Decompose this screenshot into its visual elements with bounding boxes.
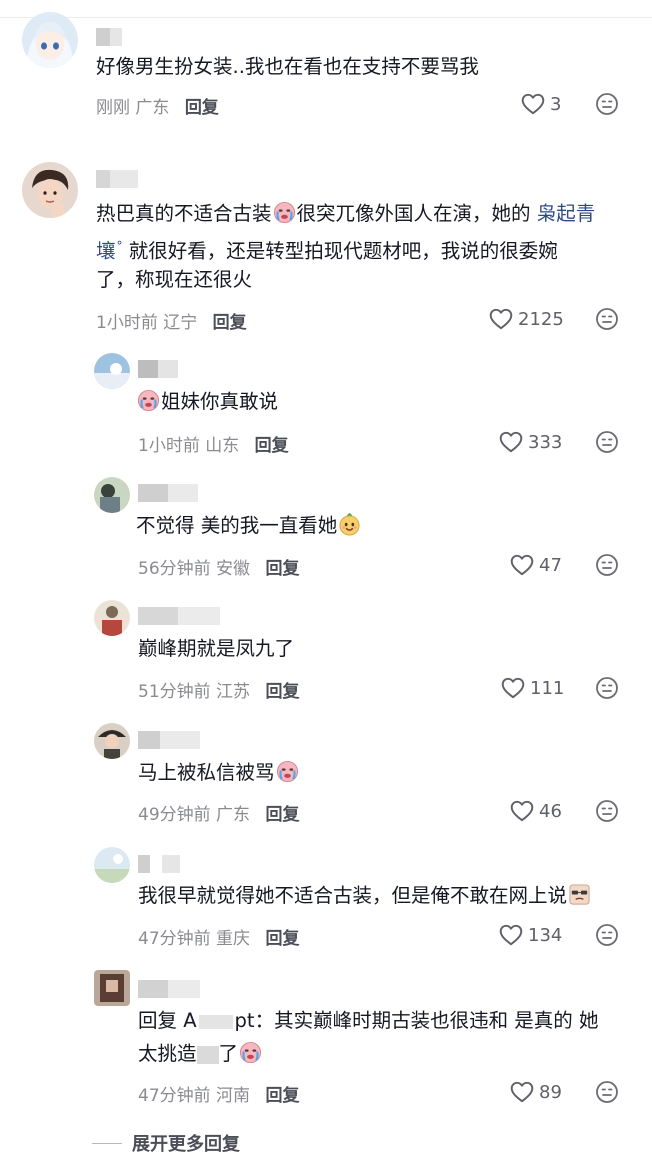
reply-text: 我很早就觉得她不适合古装，但是俺不敢在网上说 xyxy=(138,878,592,914)
blurred-text xyxy=(196,1045,219,1064)
like-count: 111 xyxy=(530,677,565,699)
smile-emoji-icon xyxy=(338,513,361,536)
like-button[interactable]: 3 xyxy=(520,91,561,117)
cry-emoji-icon xyxy=(273,201,296,224)
reply-button[interactable]: 回复 xyxy=(265,559,299,579)
heart-icon xyxy=(509,1079,535,1105)
avatar[interactable] xyxy=(94,600,130,636)
heart-icon xyxy=(488,306,514,332)
reply-text-line2: 太挑造了 xyxy=(138,1036,263,1072)
reply-text: 姐妹你真敢说 xyxy=(136,384,278,420)
dislike-icon[interactable] xyxy=(595,307,619,331)
like-count: 134 xyxy=(528,924,563,946)
dislike-icon[interactable] xyxy=(595,676,619,700)
heart-icon xyxy=(509,798,535,824)
reply-button[interactable]: 回复 xyxy=(255,436,289,456)
reply-button[interactable]: 回复 xyxy=(185,98,219,118)
reply-text: 马上被私信被骂 xyxy=(138,755,300,791)
reply-meta: 47分钟前 重庆 回复 xyxy=(138,924,299,949)
reply-meta: 47分钟前 河南 回复 xyxy=(138,1081,299,1106)
reply-button[interactable]: 回复 xyxy=(265,682,299,702)
reply-meta: 51分钟前 江苏 回复 xyxy=(138,677,299,702)
like-count: 47 xyxy=(539,554,562,576)
blurred-text xyxy=(198,1014,233,1029)
reply-time: 47分钟前 xyxy=(138,1086,211,1106)
heart-icon xyxy=(498,429,524,455)
expand-more-replies[interactable]: 展开更多回复 xyxy=(92,1130,240,1156)
dislike-icon[interactable] xyxy=(595,430,619,454)
reply-location: 重庆 xyxy=(216,929,251,949)
reply-location: 江苏 xyxy=(216,682,251,702)
like-button[interactable]: 111 xyxy=(500,675,564,701)
reply-meta: 56分钟前 安徽 回复 xyxy=(138,554,299,579)
like-button[interactable]: 333 xyxy=(498,429,562,455)
heart-icon xyxy=(498,922,524,948)
comment-text: 好像男生扮女装..我也在看也在支持不要骂我 xyxy=(96,55,479,78)
dislike-icon[interactable] xyxy=(595,1080,619,1104)
like-count: 333 xyxy=(528,431,563,453)
like-count: 3 xyxy=(550,93,562,115)
reply-location: 河南 xyxy=(216,1086,251,1106)
reply-text: 巅峰期就是凤九了 xyxy=(138,637,295,660)
like-button[interactable]: 46 xyxy=(509,798,562,824)
topic-link-end[interactable]: 壤 xyxy=(96,240,116,263)
top-divider xyxy=(0,17,652,18)
like-button[interactable]: 47 xyxy=(509,552,562,578)
heart-icon xyxy=(500,675,526,701)
avatar[interactable] xyxy=(94,847,130,883)
like-button[interactable]: 2125 xyxy=(488,306,564,332)
reply-button[interactable]: 回复 xyxy=(265,929,299,949)
dislike-icon[interactable] xyxy=(595,92,619,116)
comment-time: 1小时前 xyxy=(96,313,158,333)
like-button[interactable]: 89 xyxy=(509,1079,562,1105)
comment-text: 热巴真的不适合古装 很突兀像外国人在演，她的 枭起青 xyxy=(96,201,596,225)
reply-location: 广东 xyxy=(216,805,251,825)
dislike-icon[interactable] xyxy=(595,799,619,823)
cry-emoji-icon xyxy=(137,389,160,412)
dislike-icon[interactable] xyxy=(595,923,619,947)
like-count: 46 xyxy=(539,800,562,822)
comment-location: 广东 xyxy=(135,98,170,118)
reply-button[interactable]: 回复 xyxy=(213,313,247,333)
reply-location: 山东 xyxy=(205,436,240,456)
reply-text: 不觉得 美的我一直看她 xyxy=(136,508,362,544)
like-count: 2125 xyxy=(518,308,564,330)
dislike-icon[interactable] xyxy=(595,553,619,577)
avatar[interactable] xyxy=(22,12,78,68)
reply-time: 51分钟前 xyxy=(138,682,211,702)
reply-text: 回复 Apt：其实巅峰时期古装也很违和 是真的 她 xyxy=(138,1009,599,1032)
reply-time: 49分钟前 xyxy=(138,805,211,825)
sunglasses-emoji-icon xyxy=(568,883,591,906)
reply-button[interactable]: 回复 xyxy=(265,805,299,825)
like-count: 89 xyxy=(539,1081,562,1103)
cry-emoji-icon xyxy=(276,760,299,783)
avatar[interactable] xyxy=(22,162,78,218)
comment-time: 刚刚 xyxy=(96,98,130,118)
topic-link[interactable]: 枭起青 xyxy=(537,202,596,225)
like-button[interactable]: 134 xyxy=(498,922,562,948)
avatar[interactable] xyxy=(94,723,130,759)
comment-text-line3: 了，称现在还很火 xyxy=(96,268,253,291)
reply-time: 56分钟前 xyxy=(138,559,211,579)
avatar[interactable] xyxy=(94,477,130,513)
cry-emoji-icon xyxy=(239,1041,262,1064)
heart-icon xyxy=(520,91,546,117)
avatar[interactable] xyxy=(94,970,130,1006)
reply-meta: 49分钟前 广东 回复 xyxy=(138,800,299,825)
comment-meta: 1小时前 辽宁 回复 xyxy=(96,308,247,333)
reply-meta: 1小时前 山东 回复 xyxy=(138,431,289,456)
expand-label: 展开更多回复 xyxy=(132,1134,240,1155)
avatar[interactable] xyxy=(94,353,130,389)
divider xyxy=(92,1142,122,1144)
comment-location: 辽宁 xyxy=(163,313,198,333)
reply-time: 1小时前 xyxy=(138,436,200,456)
reply-button[interactable]: 回复 xyxy=(265,1086,299,1106)
reply-location: 安徽 xyxy=(216,559,251,579)
reply-time: 47分钟前 xyxy=(138,929,211,949)
comment-meta: 刚刚 广东 回复 xyxy=(96,93,219,118)
heart-icon xyxy=(509,552,535,578)
